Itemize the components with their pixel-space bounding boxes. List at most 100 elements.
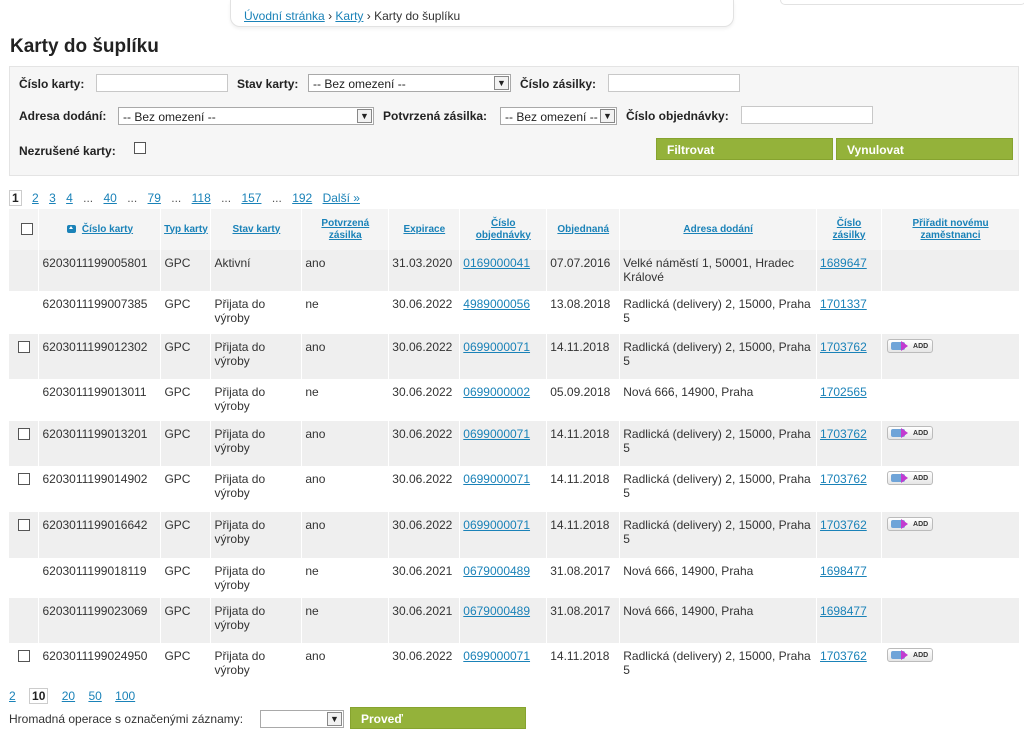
shipment-number-link[interactable]: 1703762 (820, 427, 867, 441)
column-header-assign[interactable]: Přiřadit novému zaměstnanci (881, 209, 1020, 250)
table-body: 6203011199005801 GPC Aktivní ano 31.03.2020 0… (9, 250, 1020, 688)
assign-add-button[interactable]: ADD (887, 517, 934, 531)
card-state-select[interactable]: -- Bez omezení -- ▼ (308, 74, 511, 92)
select-all-checkbox[interactable] (20, 223, 33, 235)
expiry-cell: 30.06.2022 (388, 643, 461, 688)
order-number-cell: 0699000002 (459, 379, 548, 421)
card-number-cell: 6203011199014902 (38, 466, 162, 512)
column-header-card-state[interactable]: Stav karty (210, 209, 303, 250)
card-number-label: Číslo karty: (19, 77, 85, 91)
order-number-link[interactable]: 0699000071 (463, 518, 530, 532)
card-state-cell: Přijata do výroby (210, 512, 303, 558)
top-right-tab (780, 0, 1024, 5)
row-select-cell (9, 466, 40, 512)
column-header-card-type[interactable]: Typ karty (160, 209, 212, 250)
row-select-cell (9, 598, 40, 643)
order-number-link[interactable]: 0699000071 (463, 649, 530, 663)
confirmed-cell: ano (301, 334, 390, 379)
next-page-link[interactable]: Další » (323, 191, 360, 205)
delivery-address-value: -- Bez omezení -- (123, 110, 216, 124)
confirmed-cell: ano (301, 643, 390, 688)
shipment-number-link[interactable]: 1703762 (820, 340, 867, 354)
order-number-cell: 0699000071 (459, 334, 548, 379)
shipment-number-cell: 1703762 (816, 334, 883, 379)
address-cell: Radlická (delivery) 2, 15000, Praha 5 (619, 334, 818, 379)
order-number-link[interactable]: 0699000071 (463, 427, 530, 441)
add-button-label: ADD (913, 343, 929, 350)
order-number-link[interactable]: 0699000071 (463, 472, 530, 486)
shipment-number-link[interactable]: 1703762 (820, 472, 867, 486)
page-link[interactable]: 40 (103, 191, 116, 205)
assign-cell (881, 291, 1020, 334)
card-number-input[interactable] (96, 74, 228, 92)
page-ellipsis: ... (271, 191, 282, 205)
sort-icon (66, 224, 76, 233)
per-page-link[interactable]: 20 (62, 689, 75, 703)
column-header-order-number[interactable]: Číslo objednávky (459, 209, 548, 250)
page-ellipsis: ... (127, 191, 138, 205)
shipment-number-input[interactable] (608, 74, 740, 92)
row-checkbox[interactable] (18, 519, 30, 531)
card-number-cell: 6203011199018119 (38, 558, 162, 598)
not-cancelled-checkbox[interactable] (134, 142, 146, 154)
order-number-link[interactable]: 0169000041 (463, 256, 530, 270)
reset-button[interactable]: Vynulovat (836, 138, 1013, 160)
page-link[interactable]: 2 (32, 191, 39, 205)
page-link[interactable]: 118 (192, 191, 211, 205)
breadcrumb-cards-link[interactable]: Karty (335, 9, 363, 23)
assign-add-button[interactable]: ADD (887, 339, 934, 353)
assign-add-button[interactable]: ADD (887, 648, 934, 662)
shipment-number-link[interactable]: 1702565 (820, 385, 867, 399)
row-checkbox[interactable] (18, 428, 30, 440)
expiry-cell: 30.06.2022 (388, 421, 461, 466)
delivery-address-select[interactable]: -- Bez omezení -- ▼ (118, 107, 374, 125)
row-select-cell (9, 558, 40, 598)
per-page-selector: 2 10 20 50 100 (9, 688, 145, 704)
address-cell: Radlická (delivery) 2, 15000, Praha 5 (619, 291, 818, 334)
shipment-number-link[interactable]: 1703762 (820, 518, 867, 532)
shipment-number-link[interactable]: 1701337 (820, 297, 867, 311)
column-header-expiry[interactable]: Expirace (388, 209, 461, 250)
column-header-card-number[interactable]: Číslo karty (38, 209, 162, 250)
page-link[interactable]: 192 (292, 191, 312, 205)
row-checkbox[interactable] (18, 650, 30, 662)
assign-cell (881, 250, 1020, 291)
shipment-number-link[interactable]: 1698477 (820, 604, 867, 618)
page-link[interactable]: 157 (241, 191, 261, 205)
card-number-cell: 6203011199005801 (38, 250, 162, 291)
assign-add-button[interactable]: ADD (887, 471, 934, 485)
page-link[interactable]: 4 (66, 191, 73, 205)
breadcrumb-separator: › (328, 9, 333, 23)
page-link[interactable]: 3 (49, 191, 56, 205)
confirmed-shipment-select[interactable]: -- Bez omezení -- ▼ (500, 107, 617, 125)
shipment-number-link[interactable]: 1689647 (820, 256, 867, 270)
assign-add-button[interactable]: ADD (887, 426, 934, 440)
order-number-link[interactable]: 0699000002 (463, 385, 530, 399)
order-number-link[interactable]: 0679000489 (463, 604, 530, 618)
bulk-operation-select[interactable]: ▼ (260, 710, 344, 728)
order-number-link[interactable]: 0699000071 (463, 340, 530, 354)
column-header-shipment-number[interactable]: Číslo zásilky (816, 209, 883, 250)
table-row: 6203011199005801 GPC Aktivní ano 31.03.2020 0… (9, 250, 1020, 291)
row-checkbox[interactable] (18, 341, 30, 353)
breadcrumb-home-link[interactable]: Úvodní stránka (244, 9, 325, 23)
bulk-execute-button[interactable]: Proveď (350, 707, 526, 729)
per-page-link[interactable]: 100 (115, 689, 135, 703)
order-number-link[interactable]: 0679000489 (463, 564, 530, 578)
address-cell: Nová 666, 14900, Praha (619, 558, 818, 598)
per-page-link[interactable]: 2 (9, 689, 16, 703)
expiry-cell: 30.06.2021 (388, 558, 461, 598)
column-header-address[interactable]: Adresa dodání (619, 209, 818, 250)
page-link[interactable]: 79 (148, 191, 161, 205)
order-number-link[interactable]: 4989000056 (463, 297, 530, 311)
per-page-link[interactable]: 50 (88, 689, 101, 703)
filter-button[interactable]: Filtrovat (656, 138, 833, 160)
column-header-ordered[interactable]: Objednaná (546, 209, 621, 250)
assign-cell (881, 558, 1020, 598)
card-state-cell: Přijata do výroby (210, 558, 303, 598)
row-checkbox[interactable] (18, 473, 30, 485)
shipment-number-link[interactable]: 1698477 (820, 564, 867, 578)
order-number-input[interactable] (741, 106, 873, 124)
shipment-number-link[interactable]: 1703762 (820, 649, 867, 663)
column-header-confirmed[interactable]: Potvrzená zásilka (301, 209, 390, 250)
